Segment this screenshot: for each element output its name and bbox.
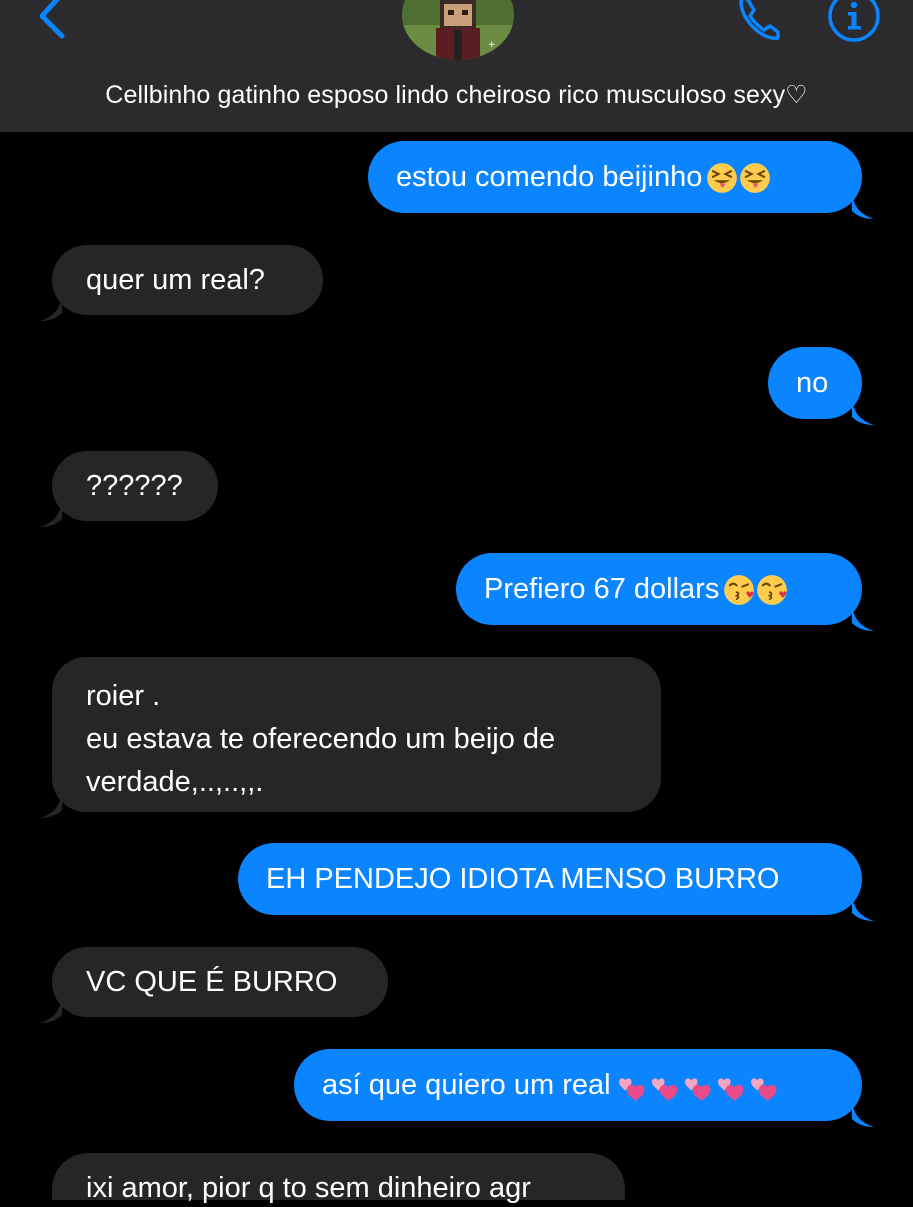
message-bubble-sent[interactable]: estou comendo beijinho — [368, 141, 874, 219]
conversation-header: + Cellbinho gatinho esposo lindo cheiros… — [0, 0, 913, 132]
message-text: así que quiero um real — [322, 1069, 611, 1101]
message-bubble-sent[interactable]: así que quiero um real — [294, 1049, 874, 1127]
message-bubble-sent[interactable]: Prefiero 67 dollars — [456, 553, 874, 631]
two-hearts-emoji — [717, 1078, 743, 1102]
bubble-tail — [852, 895, 874, 921]
message-text: ixi amor, pior q to sem dinheiro agr — [86, 1172, 531, 1204]
back-button[interactable] — [28, 0, 78, 48]
message-line: eu estava te oferecendo um beijo de — [86, 723, 556, 755]
message-bubble-sent[interactable]: no — [768, 347, 874, 425]
info-button[interactable] — [826, 0, 886, 48]
two-hearts-emoji — [651, 1078, 677, 1102]
message-bubble-received[interactable]: VC QUE É BURRO — [40, 947, 388, 1023]
message-line: verdade,..,..,,. — [86, 766, 264, 798]
face-blowing-kiss-emoji — [756, 574, 789, 607]
message-bubble-received[interactable]: ?????? — [40, 451, 218, 527]
bubble-tail — [852, 399, 874, 425]
info-icon — [828, 0, 880, 42]
message-text: ?????? — [86, 470, 183, 502]
message-text: EH PENDEJO IDIOTA MENSO BURRO — [266, 863, 780, 895]
bubble-tail — [40, 501, 62, 527]
two-hearts-emoji — [618, 1078, 644, 1102]
message-bubble-received[interactable]: roier . eu estava te oferecendo um beijo… — [40, 657, 661, 818]
bubble-tail — [852, 193, 874, 219]
face-blowing-kiss-emoji — [723, 574, 756, 607]
bubble-tail — [852, 605, 874, 631]
bubble-tail — [852, 1101, 874, 1127]
call-button[interactable] — [728, 0, 788, 48]
message-bubble-received[interactable]: quer um real? — [40, 245, 323, 321]
contact-name: Cellbinho gatinho esposo lindo cheiroso … — [105, 81, 808, 109]
message-text: estou comendo beijinho — [396, 161, 703, 193]
bubble-tail — [40, 997, 62, 1023]
phone-icon — [739, 0, 780, 40]
two-hearts-emoji — [750, 1078, 776, 1102]
message-bubble-received[interactable]: ixi amor, pior q to sem dinheiro agr — [52, 1153, 625, 1204]
message-bubble-sent[interactable]: EH PENDEJO IDIOTA MENSO BURRO — [238, 843, 874, 921]
svg-text:+: + — [488, 40, 496, 50]
message-text: quer um real? — [86, 264, 265, 296]
bubble-tail — [40, 792, 62, 818]
two-hearts-emoji — [684, 1078, 710, 1102]
chevron-left-icon — [39, 0, 65, 39]
bubble-tail — [40, 295, 62, 321]
message-text: Prefiero 67 dollars — [484, 573, 720, 605]
message-text: no — [796, 367, 829, 399]
squinting-tongue-face-emoji — [739, 162, 772, 195]
message-text: VC QUE É BURRO — [86, 966, 338, 998]
avatar-image: + — [402, 0, 514, 60]
message-line: roier . — [86, 680, 161, 712]
squinting-tongue-face-emoji — [706, 162, 739, 195]
contact-avatar[interactable]: + — [402, 0, 514, 60]
